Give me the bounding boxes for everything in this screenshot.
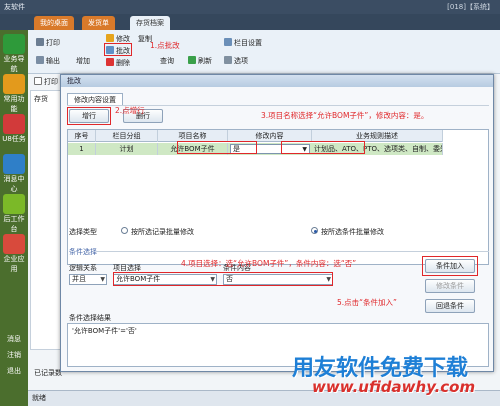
result-label: 条件选择结果 xyxy=(69,314,111,322)
nav-logout[interactable]: 注销 xyxy=(1,350,27,362)
task-icon xyxy=(3,114,25,134)
app-title: 友软件 xyxy=(4,3,25,11)
annotation-step1: 1.点批改 xyxy=(150,41,180,50)
remove-condition-button[interactable]: 回退条件 xyxy=(425,299,475,313)
watermark-url: www.ufidawhy.com xyxy=(312,378,476,396)
nav-common[interactable]: 常用功能 xyxy=(1,74,27,113)
edit-icon xyxy=(106,34,114,42)
add-button[interactable]: 增加 xyxy=(76,56,90,66)
delete-icon xyxy=(106,58,114,66)
radio-by-records[interactable] xyxy=(121,227,128,234)
options-icon xyxy=(224,56,232,64)
tab-my-desktop[interactable]: 我的桌面 xyxy=(34,16,74,30)
business-nav-icon xyxy=(3,34,25,54)
highlight-add-condition xyxy=(422,256,478,276)
condition-section-title: 条件选择 xyxy=(69,248,97,256)
ribbon-toolbar: 打印 输出 增加 修改 批改 删除 复制 查询 刷新 栏目设置 选项 xyxy=(28,30,500,74)
print-button[interactable]: 打印 xyxy=(36,38,60,48)
nav-business[interactable]: 业务导航 xyxy=(1,34,27,73)
message-icon xyxy=(3,154,25,174)
printer-icon xyxy=(36,38,44,46)
highlight-batch-change xyxy=(104,43,132,56)
radio-by-conditions-label: 按所选条件批量修改 xyxy=(321,228,384,236)
star-icon xyxy=(3,74,25,94)
col-seq: 序号 xyxy=(68,130,96,142)
logic-label: 逻辑关系 xyxy=(69,264,97,272)
condition-result-text: '允许BOM子件'='否' xyxy=(72,327,137,335)
annotation-step4: 4.项目选择：选“允许BOM子件”，条件内容：选“否” xyxy=(181,259,357,268)
annotation-step5: 5.点击“条件加入” xyxy=(337,298,397,307)
nav-msg-small[interactable]: 消息 xyxy=(1,334,27,346)
annotation-step2: 2.点增行 xyxy=(115,106,145,115)
tree-node-inventory[interactable]: 存货 xyxy=(34,94,48,104)
dialog-title: 批改 xyxy=(61,75,493,87)
nav-exit[interactable]: 退出 xyxy=(1,366,27,378)
refresh-button[interactable]: 刷新 xyxy=(188,56,212,66)
highlight-value xyxy=(281,141,365,154)
options-button[interactable]: 选项 xyxy=(224,56,248,66)
query-button[interactable]: 查询 xyxy=(160,56,174,66)
annotation-step3: 3.项目名称选择“允许BOM子件”，修改内容：是。 xyxy=(261,111,429,120)
refresh-icon xyxy=(188,56,196,64)
batch-change-dialog: 批改 修改内容设置 增行 删行 2.点增行 3.项目名称选择“允许BOM子件”，… xyxy=(60,74,494,372)
print-preview-checkbox[interactable]: 打印 xyxy=(34,77,58,87)
col-group: 栏目分组 xyxy=(96,130,158,142)
tab-inventory-archive[interactable]: 存货档案 xyxy=(130,16,170,30)
output-button[interactable]: 输出 xyxy=(36,56,60,66)
radio-by-conditions[interactable] xyxy=(311,227,318,234)
tab-delivery[interactable]: 发货单 xyxy=(82,16,115,30)
cell-group: 计划 xyxy=(96,143,158,155)
app-right-info: [018]【系统】 xyxy=(447,3,494,11)
modify-condition-button[interactable]: 修改条件 xyxy=(425,279,475,293)
nav-enterprise[interactable]: 企业应用 xyxy=(1,234,27,273)
nav-workbench[interactable]: 后工作台 xyxy=(1,194,27,233)
status-text: 就绪 xyxy=(32,394,46,402)
columns-icon xyxy=(224,38,232,46)
left-nav: 业务导航 常用功能 U8任务 消息中心 后工作台 企业应用 消息 注销 退出 xyxy=(0,30,28,406)
highlight-condition xyxy=(113,272,333,286)
workbench-icon xyxy=(3,194,25,214)
modify-content-grid: 序号 栏目分组 项目名称 修改内容 业务规则描述 1 计划 允许BOM子件 是 ▼… xyxy=(67,129,489,265)
app-titlebar: 友软件 [018]【系统】 xyxy=(0,0,500,14)
nav-tasks[interactable]: U8任务 xyxy=(1,114,27,148)
tab-modify-content-settings[interactable]: 修改内容设置 xyxy=(67,93,123,105)
nav-messages[interactable]: 消息中心 xyxy=(1,154,27,193)
delete-button[interactable]: 删除 xyxy=(106,58,130,68)
output-icon xyxy=(36,56,44,64)
radio-by-records-label: 按所选记录批量修改 xyxy=(131,228,194,236)
condition-type-label: 选择类型 xyxy=(69,228,97,236)
record-count-label: 已记录数 xyxy=(34,369,62,377)
cell-seq: 1 xyxy=(68,143,96,155)
logic-select[interactable]: 并且 ▼ xyxy=(69,274,107,285)
highlight-item xyxy=(177,141,257,154)
highlight-add-row xyxy=(67,107,111,125)
column-settings-button[interactable]: 栏目设置 xyxy=(224,38,262,48)
top-tab-bar: 我的桌面 发货单 存货档案 xyxy=(0,14,500,30)
condition-divider xyxy=(97,251,489,252)
enterprise-icon xyxy=(3,234,25,254)
